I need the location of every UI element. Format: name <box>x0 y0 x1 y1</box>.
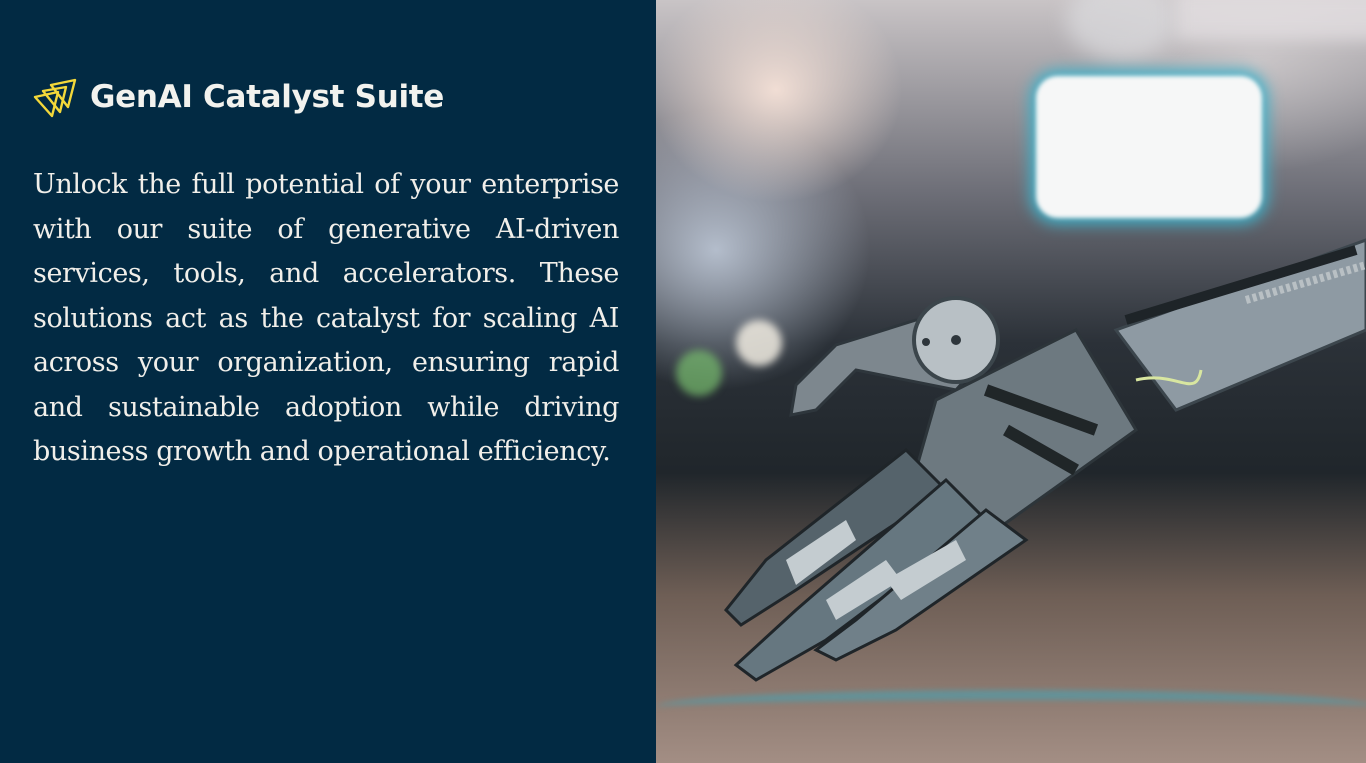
left-panel: GenAI Catalyst Suite Unlock the full pot… <box>0 0 656 763</box>
hero-image <box>656 0 1366 763</box>
layered-triangles-icon <box>33 78 77 118</box>
brand-header: GenAI Catalyst Suite <box>32 74 444 120</box>
robot-hand-illustration <box>723 238 1366 682</box>
brand-title: GenAI Catalyst Suite <box>90 79 445 115</box>
description-text: Unlock the full potential of your enterp… <box>33 169 619 467</box>
